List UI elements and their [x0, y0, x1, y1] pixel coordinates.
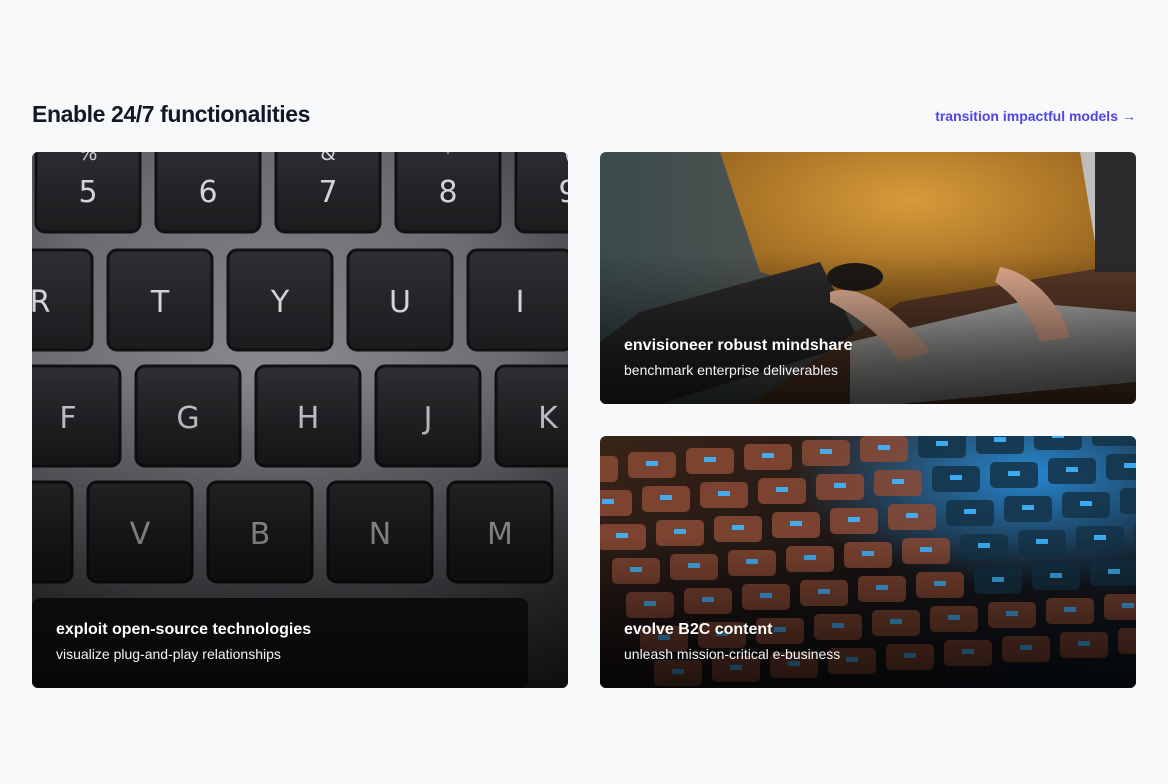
key-glow — [646, 461, 658, 466]
key-label: 9 — [558, 175, 568, 210]
key-glow — [994, 437, 1006, 442]
section-title: Enable 24/7 functionalities — [32, 101, 311, 127]
key-glow — [848, 517, 860, 522]
key-glow — [950, 475, 962, 480]
key-label: Y — [270, 285, 290, 320]
key-label: R — [32, 285, 50, 320]
card-title: evolve B2C content — [624, 621, 773, 638]
key-glow — [964, 509, 976, 514]
key-label: 5 — [78, 175, 97, 210]
key-glow — [1022, 505, 1034, 510]
section-header: Enable 24/7 functionalities transition i… — [32, 96, 1136, 152]
card-caption: evolve B2C content unleash mission-criti… — [624, 618, 1112, 664]
key-label: U — [389, 285, 411, 320]
arrow-right-icon: → — [1122, 108, 1136, 124]
key-label: 6 — [198, 175, 217, 210]
key-label: T — [150, 285, 170, 320]
key-label: 8 — [438, 175, 457, 210]
key-glow — [732, 525, 744, 530]
key-glow — [834, 483, 846, 488]
card-caption: exploit open-source technologies visuali… — [56, 618, 544, 664]
key-glow — [660, 495, 672, 500]
key-glow — [892, 479, 904, 484]
key-glow — [718, 491, 730, 496]
key-glow — [762, 453, 774, 458]
key-glow — [776, 487, 788, 492]
key-label: I — [516, 285, 525, 320]
card-overlay — [600, 252, 1136, 404]
view-all-label: transition impactful models — [935, 108, 1118, 124]
key-glow — [790, 521, 802, 526]
key-glow — [936, 441, 948, 446]
card-title: exploit open-source technologies — [56, 621, 312, 638]
card-caption: envisioneer robust mindshare benchmark e… — [624, 334, 1112, 380]
backlit-key — [1092, 436, 1136, 446]
key-glow — [1008, 471, 1020, 476]
feature-card-large[interactable]: %5^6&7*8(9RTYUIFGHJKCVBNM exploit open-s… — [32, 152, 568, 688]
key-glow — [878, 445, 890, 450]
key-label: 7 — [318, 175, 337, 210]
backlit-key — [1034, 436, 1082, 450]
card-subtitle: visualize plug-and-play relationships — [56, 646, 281, 662]
key-glow — [1124, 463, 1136, 468]
view-all-link[interactable]: transition impactful models → — [935, 106, 1136, 126]
key-glow — [906, 513, 918, 518]
key-symbol: ( — [564, 152, 568, 165]
backlit-key — [918, 436, 966, 458]
key-glow — [602, 499, 614, 504]
feature-card-top-right[interactable]: envisioneer robust mindshare benchmark e… — [600, 152, 1136, 404]
backlit-key — [600, 456, 618, 482]
key-glow — [1080, 501, 1092, 506]
card-title: envisioneer robust mindshare — [624, 337, 853, 354]
card-overlay — [600, 536, 1136, 688]
key-symbol: % — [78, 152, 97, 165]
key-symbol: & — [320, 152, 336, 165]
card-subtitle: benchmark enterprise deliverables — [624, 362, 838, 378]
card-subtitle: unleash mission-critical e-business — [624, 646, 841, 662]
key-symbol: * — [443, 152, 453, 165]
key-glow — [820, 449, 832, 454]
feature-card-bottom-right[interactable]: evolve B2C content unleash mission-criti… — [600, 436, 1136, 688]
key-glow — [674, 529, 686, 534]
key-glow — [1066, 467, 1078, 472]
backlit-key — [1120, 488, 1136, 514]
key-glow — [704, 457, 716, 462]
features-section: Enable 24/7 functionalities transition i… — [32, 96, 1136, 688]
key-glow — [1052, 436, 1064, 438]
key-symbol: ^ — [200, 152, 217, 165]
